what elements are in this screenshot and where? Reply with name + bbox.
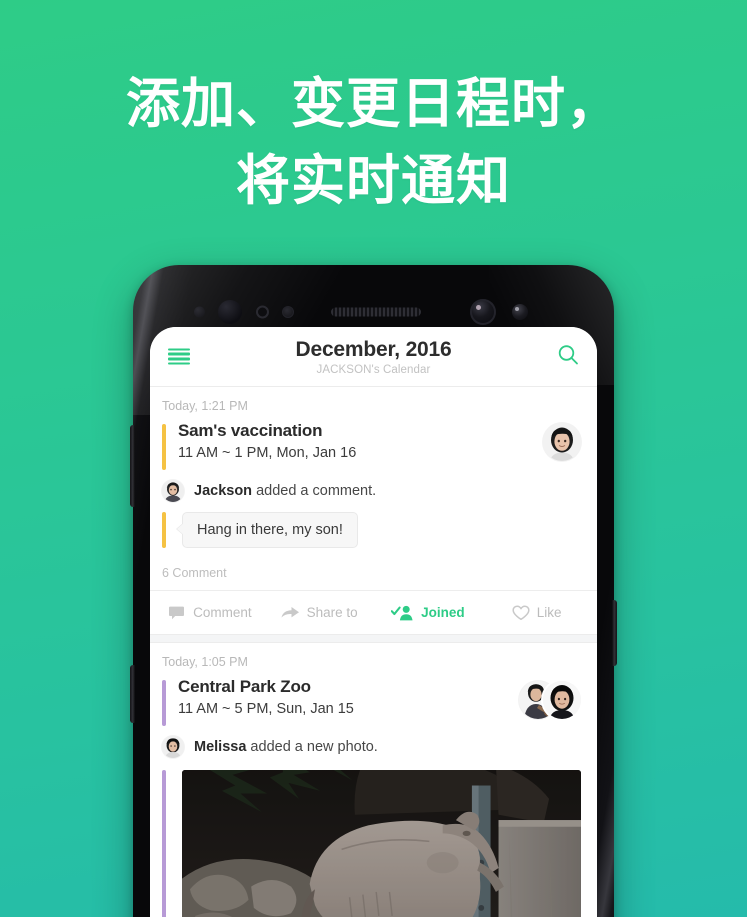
- event-text-block: Central Park Zoo 11 AM ~ 5 PM, Sun, Jan …: [166, 677, 519, 717]
- joined-person-check-icon: [391, 605, 413, 620]
- proximity-sensor-icon: [194, 306, 205, 318]
- joined-button-label: Joined: [421, 605, 465, 620]
- share-icon: [281, 607, 299, 618]
- card-action-bar: Comment Share to Joined Like: [150, 590, 597, 634]
- comment-bubble-row: Hang in there, my son!: [150, 502, 597, 548]
- phone-screen: December, 2016 JACKSON's Calendar Today,…: [150, 327, 597, 917]
- hamburger-line: [168, 352, 190, 356]
- comment-accent-bar: [162, 512, 166, 548]
- iris-scanner-icon: [256, 305, 269, 319]
- hamburger-line: [168, 357, 190, 361]
- front-camera-icon: [218, 300, 242, 324]
- event-summary-row[interactable]: Central Park Zoo 11 AM ~ 5 PM, Sun, Jan …: [150, 677, 597, 726]
- event-text-block: Sam's vaccination 11 AM ~ 1 PM, Mon, Jan…: [166, 421, 543, 461]
- phone-top-sensor-row: [133, 299, 614, 325]
- hamburger-line: [168, 362, 190, 365]
- headline-line-2: 将实时通知: [236, 148, 511, 212]
- activity-row: Jackson added a comment.: [150, 470, 597, 502]
- photo-row: [150, 758, 597, 917]
- app-title-block: December, 2016 JACKSON's Calendar: [296, 338, 452, 376]
- activity-verb: added a comment.: [252, 483, 377, 499]
- event-time-range: 11 AM ~ 5 PM, Sun, Jan 15: [178, 701, 354, 717]
- event-title: Central Park Zoo: [178, 677, 311, 696]
- card-timestamp: Today, 1:21 PM: [162, 399, 248, 413]
- headline-line-1: 添加、变更日程时，: [126, 72, 621, 135]
- feed-card-central-park-zoo[interactable]: Today, 1:05 PM Central Park Zoo 11 AM ~ …: [150, 643, 597, 917]
- page-title: December, 2016: [295, 337, 452, 361]
- power-button[interactable]: [612, 600, 617, 666]
- event-time-range: 11 AM ~ 1 PM, Mon, Jan 16: [178, 445, 357, 461]
- like-button-label: Like: [536, 605, 562, 620]
- rhinoceros-at-zoo-photo: [182, 770, 581, 917]
- app-header: December, 2016 JACKSON's Calendar: [150, 327, 597, 387]
- secondary-camera-icon: [470, 299, 496, 325]
- joined-button[interactable]: Joined: [374, 605, 483, 621]
- activity-text: Melissa added a new photo.: [194, 739, 378, 755]
- activity-verb: added a new photo.: [246, 739, 378, 755]
- like-button[interactable]: Like: [482, 604, 591, 621]
- event-feed: Today, 1:21 PM Sam's vaccination 11 AM ~…: [150, 387, 597, 917]
- search-icon[interactable]: [557, 343, 579, 370]
- volume-up-button[interactable]: [130, 425, 135, 507]
- volume-down-button[interactable]: [130, 665, 135, 723]
- activity-row: Melissa added a new photo.: [150, 726, 597, 758]
- share-button-label: Share to: [306, 605, 358, 620]
- led-indicator-icon: [512, 304, 528, 320]
- earpiece-speaker-icon: [331, 307, 421, 317]
- comment-count[interactable]: 6 Comment: [150, 548, 597, 590]
- card-divider: [150, 634, 597, 643]
- heart-icon: [512, 604, 530, 620]
- comment-button[interactable]: Comment: [156, 605, 265, 621]
- actor-name: Jackson: [194, 483, 253, 499]
- photo-accent-bar: [162, 770, 166, 917]
- phone-mockup: December, 2016 JACKSON's Calendar Today,…: [130, 265, 617, 917]
- light-sensor-icon: [282, 306, 294, 318]
- hamburger-menu-icon[interactable]: [168, 348, 190, 365]
- event-summary-row[interactable]: Sam's vaccination 11 AM ~ 1 PM, Mon, Jan…: [150, 421, 597, 470]
- activity-text: Jackson added a comment.: [194, 483, 376, 499]
- actor-name: Melissa: [194, 739, 247, 755]
- feed-card-sams-vaccination[interactable]: Today, 1:21 PM Sam's vaccination 11 AM ~…: [150, 387, 597, 634]
- promo-headline: 添加、变更日程时， 将实时通知: [0, 66, 747, 219]
- hamburger-line: [168, 348, 190, 351]
- avatar[interactable]: [162, 480, 184, 502]
- event-title: Sam's vaccination: [178, 421, 323, 440]
- comment-icon: [169, 606, 185, 619]
- share-button[interactable]: Share to: [265, 605, 374, 620]
- comment-bubble[interactable]: Hang in there, my son!: [176, 512, 358, 548]
- avatar[interactable]: [162, 736, 184, 758]
- avatar[interactable]: [543, 423, 581, 461]
- card-timestamp: Today, 1:05 PM: [162, 655, 248, 669]
- calendar-owner-subtitle: JACKSON's Calendar: [316, 363, 431, 376]
- comment-button-label: Comment: [193, 605, 252, 620]
- avatar-group[interactable]: [519, 679, 581, 719]
- avatar[interactable]: [543, 681, 581, 719]
- event-photo[interactable]: [182, 770, 581, 917]
